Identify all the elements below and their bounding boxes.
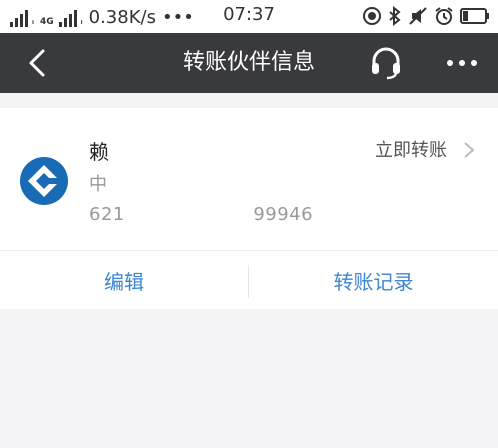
status-bar: ᵢ 4G ᵢ 0.38K/s ••• 07:37 xyxy=(0,0,498,33)
headset-icon[interactable] xyxy=(368,44,404,80)
name-mask xyxy=(112,138,132,166)
account-number: 621 99946 xyxy=(89,204,313,226)
account-suffix: 99946 xyxy=(253,204,314,225)
edit-button[interactable]: 编辑 xyxy=(0,269,248,295)
partner-name: 赖 xyxy=(89,140,109,164)
alarm-icon xyxy=(435,7,453,25)
page-title: 转账伙伴信息 xyxy=(182,50,315,75)
partner-bank-name: 中 xyxy=(89,174,107,195)
bluetooth-icon xyxy=(389,6,401,26)
transfer-now-link[interactable]: 立即转账 xyxy=(375,140,447,162)
account-prefix: 621 xyxy=(89,204,125,225)
bank-mask xyxy=(109,172,129,198)
bank-logo-icon xyxy=(20,157,68,205)
status-bar-right xyxy=(362,6,490,26)
title-bar: 转账伙伴信息 xyxy=(0,33,498,93)
mute-icon xyxy=(409,7,427,25)
partner-card: 赖 中 621 99946 立即转账 编辑 转账记录 xyxy=(0,108,498,309)
location-icon xyxy=(363,7,381,25)
divider xyxy=(0,250,498,251)
more-dots-icon[interactable] xyxy=(440,49,484,77)
chevron-right-icon[interactable] xyxy=(462,140,476,160)
transfer-records-button[interactable]: 转账记录 xyxy=(249,269,498,295)
battery-icon xyxy=(460,8,489,24)
